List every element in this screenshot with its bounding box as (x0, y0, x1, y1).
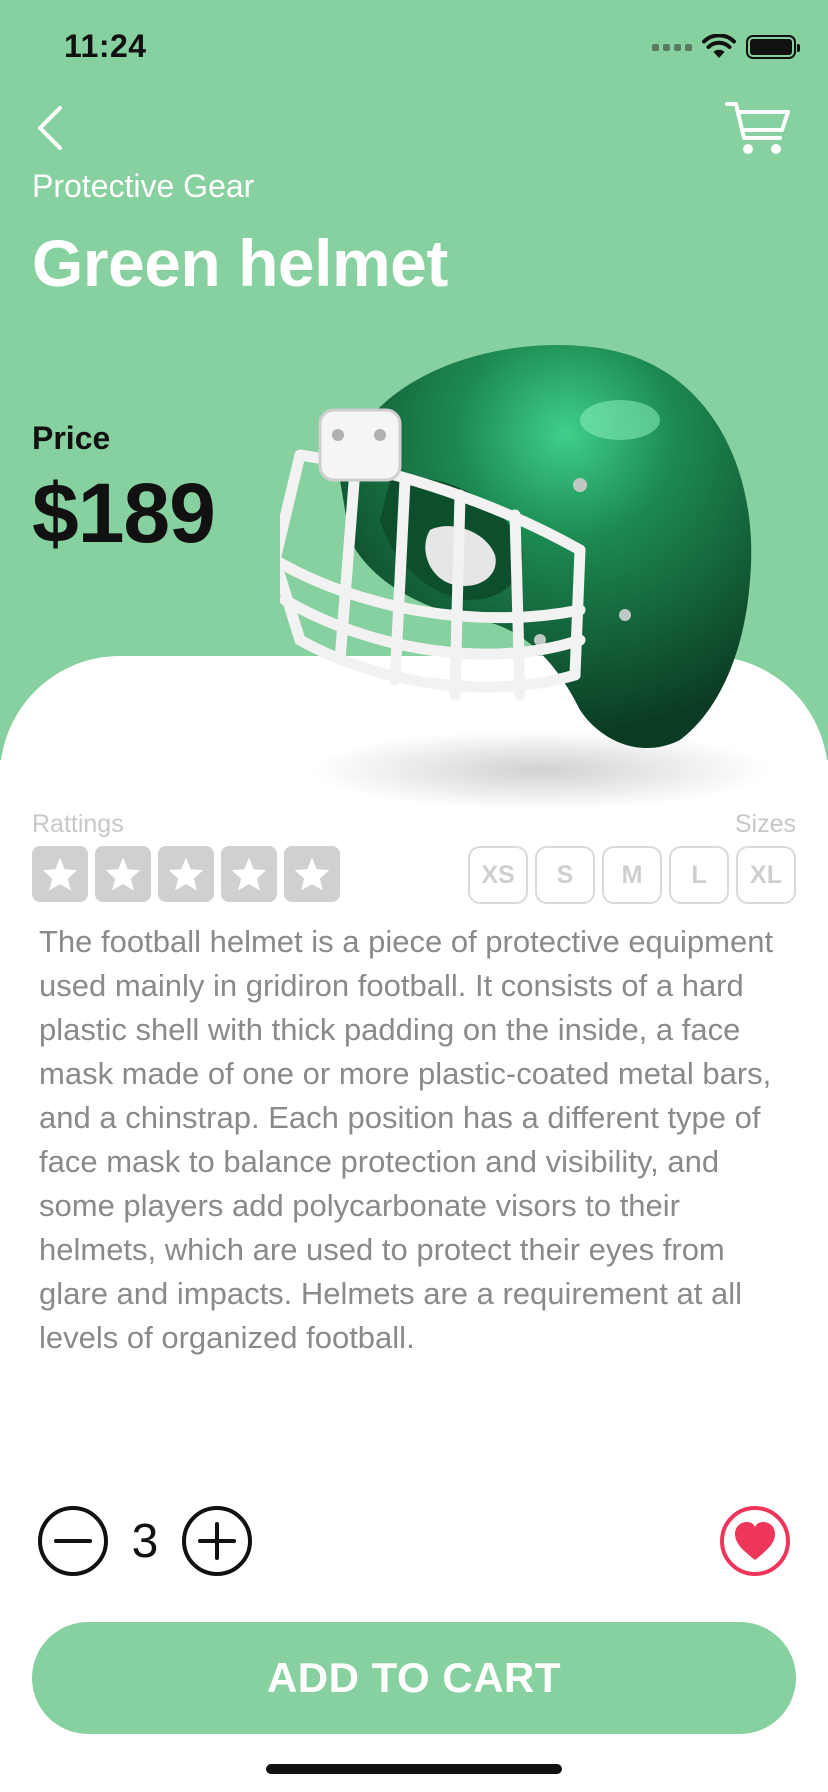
star-3[interactable] (158, 846, 214, 902)
star-5[interactable] (284, 846, 340, 902)
star-2[interactable] (95, 846, 151, 902)
status-indicators (652, 34, 800, 60)
chevron-left-icon (38, 106, 62, 150)
star-icon (105, 857, 141, 891)
size-options: XS S M L XL (468, 846, 796, 904)
back-button[interactable] (28, 100, 78, 156)
plus-circle-icon (182, 1506, 252, 1576)
size-option-xs[interactable]: XS (468, 846, 528, 904)
star-icon (231, 857, 267, 891)
size-option-xl[interactable]: XL (736, 846, 796, 904)
minus-circle-icon (38, 1506, 108, 1576)
size-option-l[interactable]: L (669, 846, 729, 904)
add-to-cart-button[interactable]: ADD TO CART (32, 1622, 796, 1734)
heart-icon (735, 1522, 775, 1560)
product-description: The football helmet is a piece of protec… (39, 924, 774, 1355)
quantity-value: 3 (131, 1514, 159, 1568)
quantity-stepper: 3 (36, 1504, 254, 1578)
wifi-icon (702, 34, 736, 58)
star-icon (42, 857, 78, 891)
cart-button[interactable] (724, 98, 792, 160)
favorite-button[interactable] (718, 1504, 792, 1578)
rating-stars[interactable] (32, 846, 340, 902)
size-option-m[interactable]: M (602, 846, 662, 904)
sizes-label: Sizes (734, 810, 796, 838)
home-indicator[interactable] (266, 1764, 562, 1774)
price-value: $189 (32, 466, 216, 560)
ratings-label: Rattings (32, 810, 124, 838)
product-title: Green helmet (32, 226, 448, 300)
decrease-quantity-button[interactable] (36, 1504, 110, 1578)
size-option-s[interactable]: S (535, 846, 595, 904)
increase-quantity-button[interactable] (180, 1504, 254, 1578)
cart-icon (725, 102, 790, 140)
product-category: Protective Gear (32, 168, 255, 204)
price-label: Price (32, 420, 111, 456)
star-icon (168, 857, 204, 891)
star-1[interactable] (32, 846, 88, 902)
status-time: 11:24 (64, 28, 147, 64)
product-image (280, 345, 770, 810)
star-icon (294, 857, 330, 891)
star-4[interactable] (221, 846, 277, 902)
battery-icon (746, 35, 800, 59)
signal-icon (652, 43, 692, 51)
